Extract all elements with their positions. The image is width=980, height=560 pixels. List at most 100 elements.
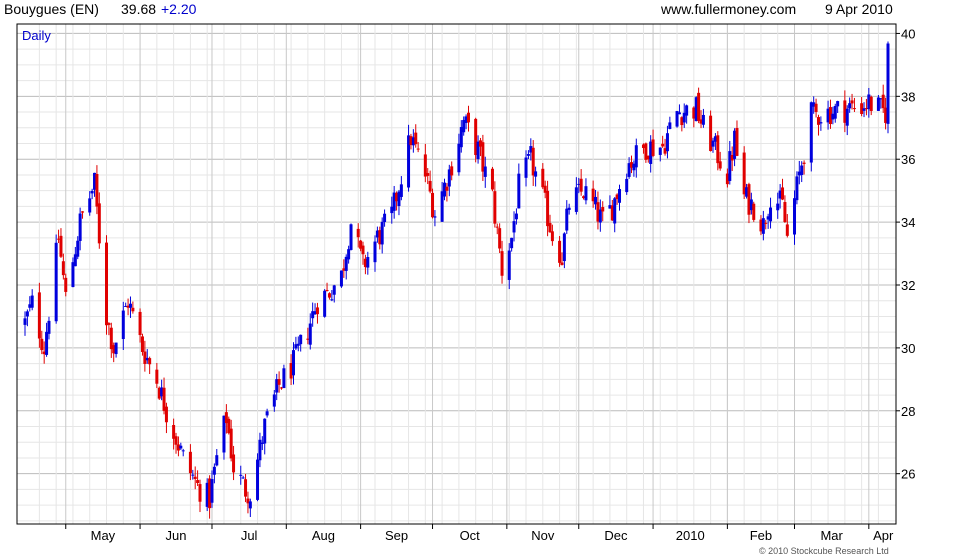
candle-down <box>560 262 564 265</box>
candle-down <box>431 192 435 218</box>
candle-up <box>272 394 276 407</box>
candle-down <box>579 178 583 192</box>
candle-up <box>263 418 267 444</box>
candle-up <box>685 105 689 116</box>
candle-down <box>40 338 44 351</box>
candle-up <box>241 477 245 479</box>
candle-up <box>299 334 303 345</box>
candle-up <box>265 411 269 416</box>
chart-root: Bouygues (EN) 39.68 +2.20 www.fullermone… <box>0 0 980 560</box>
x-tick-label: Nov <box>531 528 555 543</box>
candle-down <box>550 231 554 242</box>
candle-down <box>661 143 665 147</box>
candle-down <box>131 307 135 312</box>
candle-down <box>781 187 785 200</box>
x-tick-label: Apr <box>873 528 894 543</box>
candle-down <box>531 147 535 176</box>
x-tick-label: Jun <box>166 528 187 543</box>
candle-up <box>769 207 773 222</box>
header-date: 9 Apr 2010 <box>825 1 893 17</box>
candle-down <box>232 454 236 473</box>
candle-up <box>677 112 681 115</box>
candle-up <box>291 350 295 376</box>
candle-down <box>493 191 497 224</box>
candle-up <box>598 209 602 223</box>
candle-up <box>514 213 518 220</box>
candle-down <box>546 190 550 227</box>
candle-up <box>526 154 530 156</box>
candle-up <box>567 207 571 210</box>
candle-up <box>383 213 387 222</box>
y-tick-label: 26 <box>901 467 915 482</box>
candle-up <box>524 157 528 178</box>
candle-up <box>507 250 511 280</box>
candle-up <box>848 103 852 109</box>
candle-down <box>37 292 41 339</box>
candle-up <box>876 97 880 111</box>
x-tick-label: Dec <box>604 528 628 543</box>
candle-down <box>325 290 329 292</box>
x-tick-label: Mar <box>820 528 843 543</box>
x-tick-label: May <box>91 528 116 543</box>
candle-down <box>196 480 200 484</box>
candle-up <box>181 450 185 452</box>
x-axis: May Jun Jul Aug Sep Oct Nov Dec 2010 Feb Mar Apr <box>65 524 894 543</box>
candle-down <box>450 166 454 176</box>
candle-down <box>229 428 233 459</box>
candle-up <box>665 133 669 152</box>
header-symbol: Bouygues (EN) <box>4 1 99 17</box>
candle-up <box>76 240 80 257</box>
candle-up <box>836 101 840 107</box>
candle-up <box>45 331 49 355</box>
candle-down <box>356 228 360 238</box>
y-tick-label: 36 <box>901 152 915 167</box>
candle-up <box>433 216 437 218</box>
candle-up <box>658 147 662 155</box>
candle-down <box>59 235 63 257</box>
header-price: 39.68 <box>121 1 156 17</box>
x-tick-label: Aug <box>312 528 335 543</box>
candle-up <box>330 299 334 301</box>
candle-up <box>886 43 890 124</box>
candle-down <box>850 100 854 104</box>
candle-down <box>651 139 655 156</box>
y-tick-label: 38 <box>901 89 915 104</box>
candle-down <box>747 184 751 215</box>
candle-up <box>809 102 813 163</box>
candle-up <box>800 165 804 176</box>
candle-up <box>349 224 353 250</box>
candle-down <box>140 336 144 352</box>
candle-down <box>198 484 202 502</box>
candle-up <box>517 173 521 209</box>
candle-up <box>510 237 514 249</box>
y-axis: 26 28 30 32 34 36 38 40 <box>896 26 915 482</box>
y-tick-label: 32 <box>901 278 915 293</box>
candle-down <box>752 203 756 220</box>
candle-down <box>852 108 856 110</box>
period-label: Daily <box>22 28 51 43</box>
candle-down <box>548 223 552 233</box>
candle-up <box>625 178 629 193</box>
candle-down <box>143 351 147 364</box>
candle-up <box>668 122 672 129</box>
candle-up <box>23 318 27 325</box>
header-site: www.fullermoney.com <box>660 1 796 17</box>
candle-down <box>95 173 99 207</box>
candle-up <box>483 166 487 177</box>
candle-down <box>816 117 820 125</box>
candle-up <box>761 218 765 234</box>
candle-down <box>164 406 168 423</box>
candle-up <box>90 191 94 194</box>
candle-up <box>380 221 384 245</box>
candle-down <box>814 103 818 112</box>
candle-up <box>565 208 569 231</box>
candle-up <box>457 143 461 173</box>
candle-down <box>764 222 768 224</box>
candle-up <box>776 203 780 211</box>
candle-down <box>428 180 432 192</box>
candle-down <box>155 369 159 384</box>
price-chart: Bouygues (EN) 39.68 +2.20 www.fullermone… <box>4 1 915 556</box>
candle-up <box>256 459 260 500</box>
candle-down <box>445 186 449 191</box>
candle-down <box>315 307 319 315</box>
